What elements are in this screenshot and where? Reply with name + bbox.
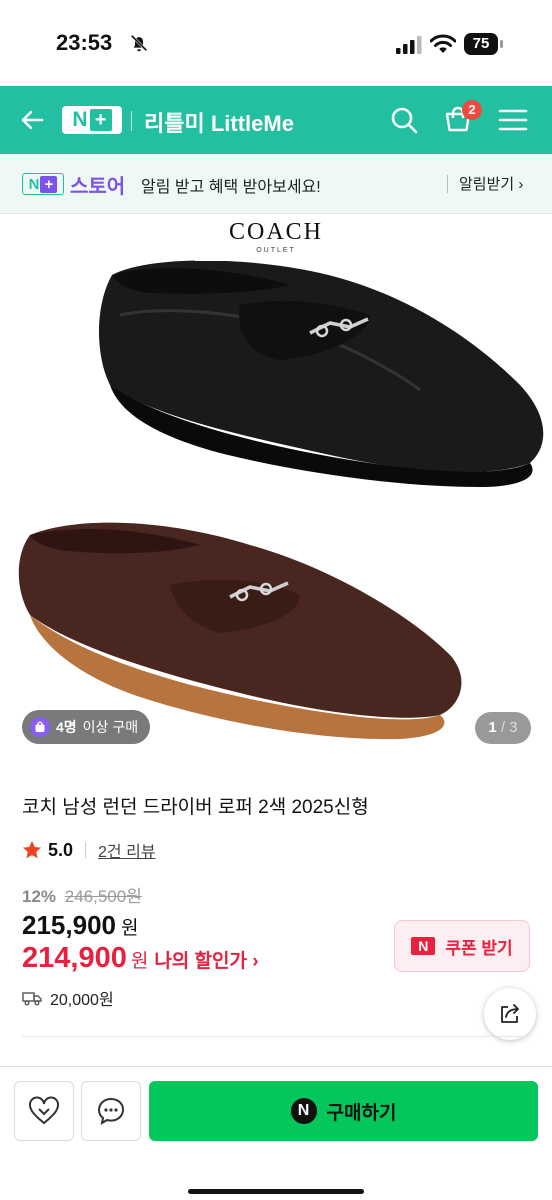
product-image-carousel[interactable]: COACH OUTLET 4명 이상 구매 1 / 3 (0, 215, 552, 765)
bag-icon (30, 717, 50, 737)
notice-text: 알림 받고 혜택 받아보세요! (141, 179, 321, 196)
image-counter: 1 / 3 (475, 712, 531, 744)
battery-indicator: 75 (464, 33, 504, 55)
app-header: N + 리틀미 LittleMe 2 (0, 86, 552, 154)
search-icon[interactable] (388, 104, 420, 136)
naver-n-icon: N (411, 937, 436, 955)
coupon-button[interactable]: N 쿠폰 받기 (394, 920, 530, 972)
header-divider (131, 111, 132, 131)
rating-divider (85, 842, 87, 858)
section-divider (22, 1036, 530, 1037)
truck-icon (22, 992, 42, 1006)
store-name[interactable]: 리틀미 LittleMe (144, 106, 294, 138)
product-title: 코치 남성 런던 드라이버 로퍼 2색 2025신형 (22, 797, 369, 818)
sale-price: 215,900 원 (22, 910, 139, 940)
bell-off-icon (130, 34, 148, 52)
bottom-action-bar: N 구매하기 (0, 1066, 552, 1200)
brand-logo: COACH OUTLET (195, 215, 357, 261)
naver-pay-icon: N (290, 1098, 317, 1124)
subscribe-alert-button[interactable]: 알림받기 › (459, 173, 523, 194)
menu-icon[interactable] (498, 106, 528, 134)
star-icon (23, 841, 41, 859)
talktalk-button[interactable] (81, 1081, 141, 1141)
original-price: 246,500원 (64, 887, 142, 906)
notice-banner: N + 스토어 알림 받고 혜택 받아보세요! 알림받기 › (0, 154, 552, 214)
share-icon (501, 1004, 519, 1023)
heart-icon (29, 1096, 59, 1125)
chat-icon (97, 1097, 125, 1126)
shipping-fee: 20,000원 (22, 986, 114, 1010)
rating-row: 5.0 2건 리뷰 (22, 837, 156, 863)
share-button[interactable] (484, 988, 536, 1040)
discount-row: 12% 246,500원 (22, 882, 142, 907)
back-arrow-icon[interactable] (16, 104, 48, 136)
cart-count-badge: 2 (462, 100, 482, 120)
discount-rate: 12% (22, 887, 57, 906)
black-loafer-image (98, 260, 544, 487)
home-indicator (188, 1189, 364, 1194)
store-label: 스토어 (70, 176, 126, 198)
status-time: 23:53 (56, 30, 113, 55)
my-discount-price[interactable]: 214,900 원 나의 할인가 › (22, 942, 259, 975)
notice-divider (447, 175, 448, 193)
buy-button[interactable]: N 구매하기 (149, 1081, 538, 1141)
wifi-icon (430, 34, 456, 53)
naver-plus-logo[interactable]: N + (62, 106, 122, 134)
review-count-link[interactable]: 2건 리뷰 (98, 838, 156, 862)
buyer-count-chip: 4명 이상 구매 (22, 710, 151, 744)
signal-icon (396, 36, 422, 54)
wishlist-button[interactable] (14, 1081, 74, 1141)
status-bar: 23:53 75 (0, 0, 552, 86)
naver-plus-small-logo: N + (22, 173, 64, 195)
brown-loafer-image (18, 522, 462, 740)
rating-value: 5.0 (48, 839, 74, 860)
product-photo (18, 260, 544, 740)
